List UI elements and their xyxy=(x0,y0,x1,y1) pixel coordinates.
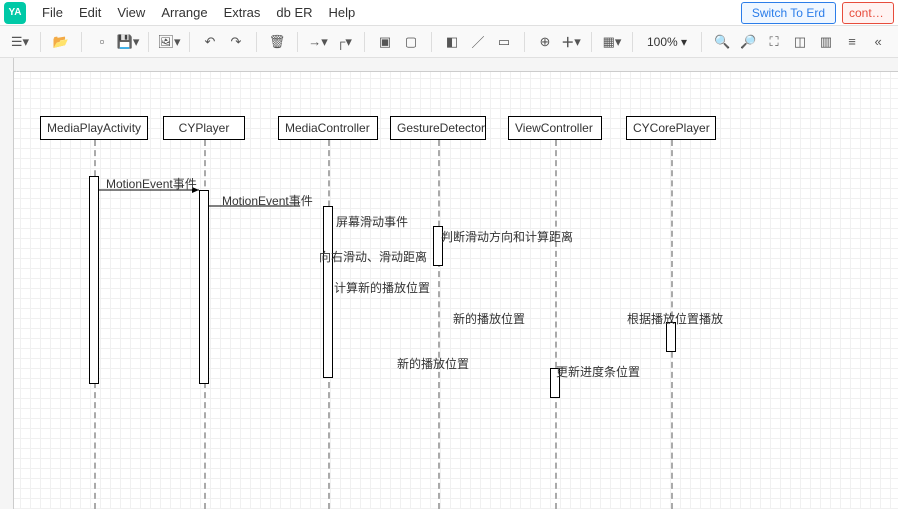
add-icon[interactable]: ＋▾ xyxy=(559,30,583,54)
tofront-icon[interactable]: ▣ xyxy=(373,30,397,54)
actor-box[interactable]: ViewController xyxy=(508,116,602,140)
layers-icon[interactable]: ≡ xyxy=(840,30,864,54)
switch-to-erd-button[interactable]: Switch To Erd xyxy=(741,2,836,24)
table-icon[interactable]: ▦▾ xyxy=(600,30,624,54)
activation-bar[interactable] xyxy=(89,176,99,384)
outline-panel-icon[interactable]: ▥ xyxy=(814,30,838,54)
menu-db-er[interactable]: db ER xyxy=(268,2,320,23)
message-label[interactable]: MotionEvent事件 xyxy=(222,192,313,209)
fullscreen-icon[interactable]: ⛶ xyxy=(762,30,786,54)
message-label[interactable]: 新的播放位置 xyxy=(397,355,469,372)
menu-arrange[interactable]: Arrange xyxy=(153,2,215,23)
activation-bar[interactable] xyxy=(323,206,333,378)
collapse-icon[interactable]: « xyxy=(866,30,890,54)
menu-view[interactable]: View xyxy=(109,2,153,23)
message-label[interactable]: 计算新的播放位置 xyxy=(334,279,430,296)
arrow-style-icon[interactable]: →▾ xyxy=(306,30,330,54)
actor-box[interactable]: MediaPlayActivity xyxy=(40,116,148,140)
message-label[interactable]: 向右滑动、滑动距离 xyxy=(319,248,427,265)
actor-box[interactable]: MediaController xyxy=(278,116,378,140)
app-logo: YA xyxy=(4,2,26,24)
message-label[interactable]: 新的播放位置 xyxy=(453,310,525,327)
message-label[interactable]: 更新进度条位置 xyxy=(556,363,640,380)
actor-box[interactable]: CYCorePlayer xyxy=(626,116,716,140)
message-label[interactable]: 判断滑动方向和计算距离 xyxy=(441,228,573,245)
shadow-icon[interactable]: ▭ xyxy=(492,30,516,54)
open-icon[interactable]: 📂 xyxy=(49,30,73,54)
waypoint-icon[interactable]: ┌▾ xyxy=(332,30,356,54)
actor-box[interactable]: CYPlayer xyxy=(163,116,245,140)
menu-extras[interactable]: Extras xyxy=(216,2,269,23)
contact-button[interactable]: conta… xyxy=(842,2,894,24)
zoom-level[interactable]: 100% ▾ xyxy=(641,35,693,49)
zoom-out-icon[interactable]: 🔎 xyxy=(736,30,760,54)
menu-file[interactable]: File xyxy=(34,2,71,23)
sidebar-toggle-icon[interactable]: ☰▾ xyxy=(8,30,32,54)
undo-icon[interactable]: ↶ xyxy=(198,30,222,54)
message-label[interactable]: 根据播放位置播放 xyxy=(627,310,723,327)
actor-box[interactable]: GestureDetector xyxy=(390,116,486,140)
menu-help[interactable]: Help xyxy=(321,2,364,23)
zoom-in-icon[interactable]: 🔍 xyxy=(710,30,734,54)
line-icon[interactable]: ／ xyxy=(466,30,490,54)
connection-icon[interactable]: ⊕ xyxy=(533,30,557,54)
delete-icon[interactable]: 🗑 xyxy=(265,30,289,54)
message-label[interactable]: 屏幕滑动事件 xyxy=(336,213,408,230)
new-page-icon[interactable]: ▫ xyxy=(90,30,114,54)
activation-bar[interactable] xyxy=(199,190,209,384)
fill-icon[interactable]: ◧ xyxy=(440,30,464,54)
message-label[interactable]: MotionEvent事件 xyxy=(106,175,197,192)
image-icon[interactable]: 🖼▾ xyxy=(157,30,181,54)
vertical-ruler xyxy=(0,58,14,509)
lifeline xyxy=(438,140,440,509)
lifeline xyxy=(555,140,557,509)
menu-edit[interactable]: Edit xyxy=(71,2,109,23)
sequence-diagram: MediaPlayActivity CYPlayer MediaControll… xyxy=(0,58,898,509)
canvas[interactable]: MediaPlayActivity CYPlayer MediaControll… xyxy=(0,58,898,509)
menubar: YA File Edit View Arrange Extras db ER H… xyxy=(0,0,898,26)
toback-icon[interactable]: ▢ xyxy=(399,30,423,54)
redo-icon[interactable]: ↷ xyxy=(224,30,248,54)
toolbar: ☰▾ 📂 ▫ 💾▾ 🖼▾ ↶ ↷ 🗑 →▾ ┌▾ ▣ ▢ ◧ ／ ▭ ⊕ ＋▾ … xyxy=(0,26,898,58)
format-panel-icon[interactable]: ◫ xyxy=(788,30,812,54)
horizontal-ruler xyxy=(0,58,898,72)
save-icon[interactable]: 💾▾ xyxy=(116,30,140,54)
